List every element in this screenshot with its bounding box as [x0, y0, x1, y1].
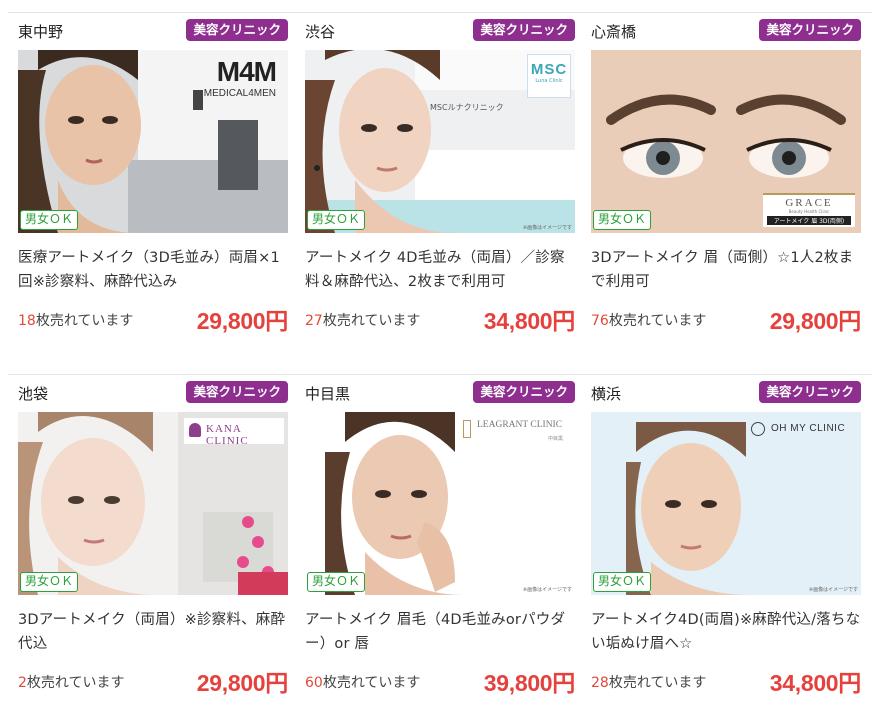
price: 34,800円 [483, 308, 576, 334]
clinic-logo: LEAGRANT CLINIC 中目黒 [463, 418, 569, 446]
listing-photo[interactable]: KANA CLINIC 男女ＯＫ [18, 412, 288, 595]
price: 34,800円 [769, 670, 862, 696]
listing-photo[interactable]: M4M MEDICAL4MEN 男女ＯＫ [18, 50, 288, 233]
location-label: 中目黒 [305, 385, 351, 403]
clinic-logo-text: M4M MEDICAL4MEN [203, 56, 277, 99]
listing-photo[interactable]: OH MY CLINIC 男女ＯＫ ※画像はイメージです [591, 412, 861, 595]
location-label: 心斎橋 [591, 23, 637, 41]
category-badge: 美容クリニック [473, 19, 575, 41]
location-label: 横浜 [591, 385, 622, 403]
location-label: 渋谷 [305, 23, 336, 41]
image-note: ※画像はイメージです [808, 587, 858, 593]
gender-ok-badge: 男女ＯＫ [307, 210, 366, 230]
listing-card[interactable]: 中目黒 美容クリニック LEAGRANT CLINIC 中目黒 男女ＯＫ ※画像… [305, 374, 575, 710]
interior-signage: MSCルナクリニック [430, 103, 504, 112]
category-badge: 美容クリニック [473, 381, 575, 403]
gender-ok-badge: 男女ＯＫ [20, 572, 79, 592]
listing-title[interactable]: 医療アートメイク（3D毛並み）両眉×1回※診察料、麻酔代込み [18, 246, 288, 294]
gender-ok-badge: 男女ＯＫ [20, 210, 79, 230]
clinic-logo: OH MY CLINIC [751, 420, 851, 442]
price: 29,800円 [196, 670, 289, 696]
location-label: 池袋 [18, 385, 49, 403]
category-badge: 美容クリニック [186, 19, 288, 41]
listing-title[interactable]: アートメイク 4D毛並み（両眉）／診察料＆麻酔代込、2枚まで利用可 [305, 246, 575, 294]
sold-count: 27枚売れています [305, 313, 421, 329]
clinic-logo: GRACE Beauty Health Clinic アートメイク 眉 3D(両… [763, 193, 855, 227]
category-badge: 美容クリニック [186, 381, 288, 403]
price: 39,800円 [483, 670, 576, 696]
clinic-logo: KANA CLINIC [184, 418, 284, 447]
listing-photo[interactable]: LEAGRANT CLINIC 中目黒 男女ＯＫ ※画像はイメージです [305, 412, 575, 595]
clinic-logo-icon [751, 422, 765, 436]
sold-count: 2枚売れています [18, 675, 125, 691]
image-note: ※画像はイメージです [522, 587, 572, 593]
sold-count: 18枚売れています [18, 313, 134, 329]
listing-photo[interactable]: MSCルナクリニック MSC Luna Clinic 男女ＯＫ ※画像はイメージ… [305, 50, 575, 233]
lotus-icon [189, 423, 201, 437]
price: 29,800円 [769, 308, 862, 334]
clinic-logo: MSC Luna Clinic [527, 54, 571, 98]
gender-ok-badge: 男女ＯＫ [593, 572, 652, 592]
listing-card[interactable]: 心斎橋 美容クリニック GRACE Beauty Health Clinic ア… [591, 12, 861, 352]
logo-mark-icon [463, 420, 471, 438]
category-badge: 美容クリニック [759, 19, 861, 41]
sold-count: 28枚売れています [591, 675, 707, 691]
gender-ok-badge: 男女ＯＫ [307, 572, 366, 592]
image-note: ※画像はイメージです [522, 225, 572, 231]
gender-ok-badge: 男女ＯＫ [593, 210, 652, 230]
listing-photo[interactable]: GRACE Beauty Health Clinic アートメイク 眉 3D(両… [591, 50, 861, 233]
listing-title[interactable]: 3Dアートメイク（両眉）※診察料、麻酔代込 [18, 608, 288, 656]
listing-card[interactable]: 横浜 美容クリニック OH MY CLINIC 男女ＯＫ ※画像はイメージです … [591, 374, 861, 710]
category-badge: 美容クリニック [759, 381, 861, 403]
listing-title[interactable]: アートメイク 眉毛（4D毛並みorパウダー）or 唇 [305, 608, 575, 656]
sold-count: 76枚売れています [591, 313, 707, 329]
listing-card[interactable]: 池袋 美容クリニック KANA CLINIC 男女ＯＫ 3Dアートメイク（両眉）… [18, 374, 288, 710]
sold-count: 60枚売れています [305, 675, 421, 691]
location-label: 東中野 [18, 23, 64, 41]
listing-card[interactable]: 渋谷 美容クリニック MSCルナクリニック MSC Luna Clinic 男女… [305, 12, 575, 352]
listing-title[interactable]: アートメイク4D(両眉)※麻酔代込/落ちない垢ぬけ眉へ☆ [591, 608, 861, 656]
listing-card[interactable]: 東中野 美容クリニック M4M MEDICAL4MEN 男女ＯＫ 医療アートメイ… [18, 12, 288, 352]
price: 29,800円 [196, 308, 289, 334]
listing-title[interactable]: 3Dアートメイク 眉（両側）☆1人2枚まで利用可 [591, 246, 861, 294]
